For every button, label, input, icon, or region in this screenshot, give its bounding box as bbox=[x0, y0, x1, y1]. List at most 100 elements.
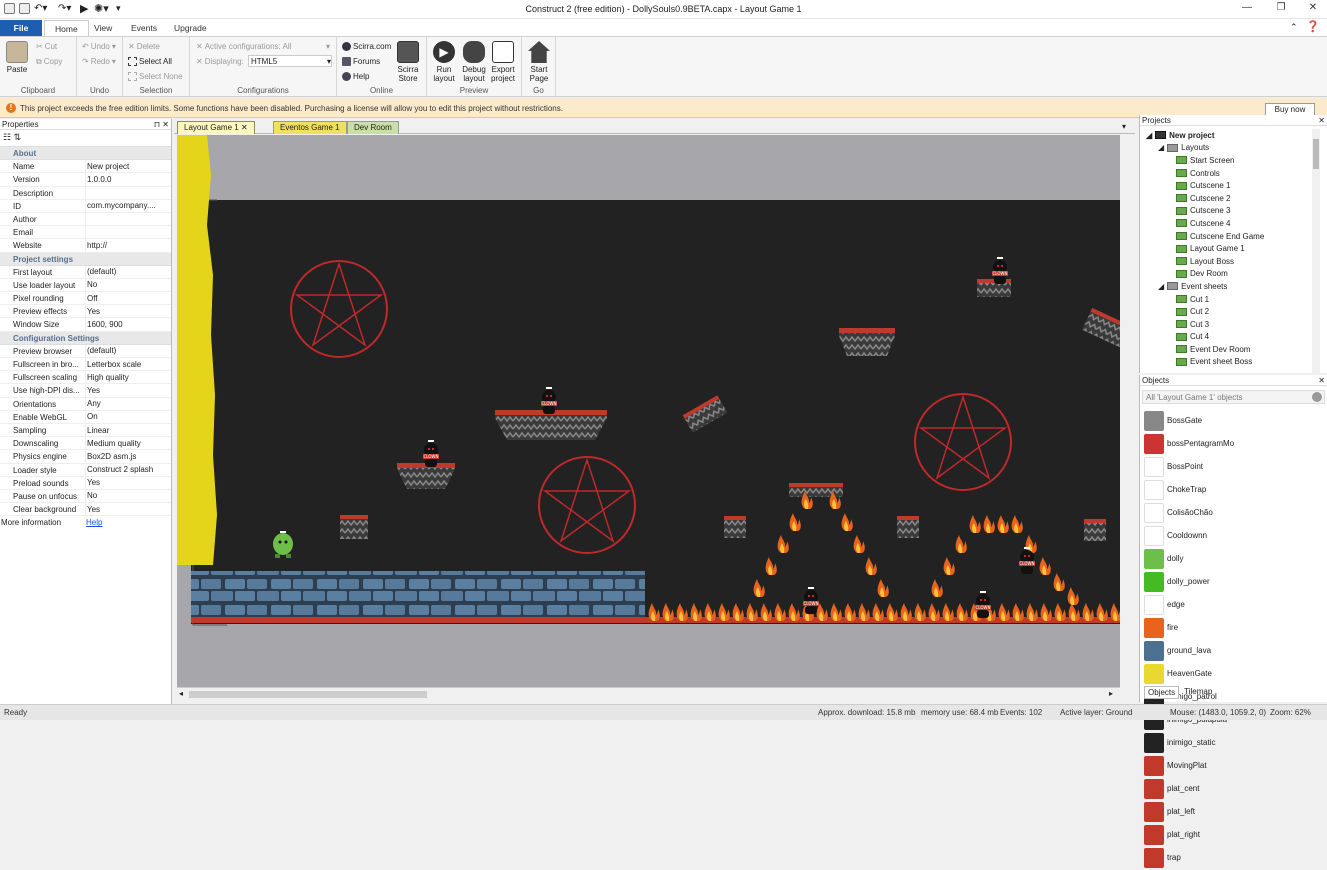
scroll-right-icon[interactable]: ▸ bbox=[1109, 689, 1113, 698]
filter-icon[interactable] bbox=[1312, 392, 1322, 402]
tree-layout-item[interactable]: Cutscene 4 bbox=[1146, 217, 1327, 230]
object-item[interactable]: dolly_power bbox=[1144, 570, 1234, 593]
tab-file[interactable]: File bbox=[0, 20, 42, 36]
tree-event-item[interactable]: Event Dev Room bbox=[1146, 343, 1327, 356]
property-row[interactable]: First layout (default) bbox=[0, 265, 171, 279]
scroll-thumb[interactable] bbox=[189, 691, 427, 698]
pin-icon[interactable]: ⊓ ✕ bbox=[154, 120, 169, 129]
property-row[interactable]: Description bbox=[0, 186, 171, 200]
delete-button[interactable]: ✕ Delete bbox=[128, 41, 160, 52]
tree-event-item[interactable]: Cut 2 bbox=[1146, 305, 1327, 318]
property-value[interactable]: (default) bbox=[86, 346, 171, 355]
property-value[interactable]: Linear bbox=[86, 426, 171, 435]
tree-event-item[interactable]: Cut 1 bbox=[1146, 293, 1327, 306]
property-value[interactable]: 1.0.0.0 bbox=[86, 175, 171, 184]
tab-events[interactable]: Events bbox=[121, 20, 167, 36]
sort-az-icon[interactable]: ⇅ bbox=[14, 132, 22, 142]
tab-objects[interactable]: Objects bbox=[1144, 686, 1180, 699]
property-value[interactable]: Yes bbox=[86, 386, 171, 395]
tab-view[interactable]: View bbox=[84, 20, 122, 36]
export-project-button[interactable]: Export project bbox=[490, 41, 516, 83]
copy-button[interactable]: ⧉ Copy bbox=[36, 56, 62, 67]
tab-home[interactable]: Home bbox=[44, 20, 89, 36]
scirra-link[interactable]: Scirra.com bbox=[342, 41, 391, 52]
property-value[interactable]: On bbox=[86, 412, 171, 421]
tree-layout-item[interactable]: Cutscene 2 bbox=[1146, 192, 1327, 205]
tab-upgrade[interactable]: Upgrade bbox=[164, 20, 217, 36]
property-row[interactable]: Author bbox=[0, 212, 171, 227]
restore-button[interactable]: ❐ bbox=[1266, 2, 1296, 16]
property-row[interactable]: Preview effects Yes bbox=[0, 305, 171, 319]
tab-layout-game-1[interactable]: Layout Game 1 ✕ bbox=[177, 121, 255, 134]
select-all-button[interactable]: Select All bbox=[128, 56, 172, 67]
horizontal-scrollbar[interactable]: ◂ ▸ bbox=[177, 687, 1120, 700]
property-row[interactable]: Downscaling Medium quality bbox=[0, 437, 171, 451]
close-tab-icon[interactable]: ✕ bbox=[241, 123, 248, 132]
close-objects-icon[interactable]: ✕ bbox=[1318, 376, 1325, 385]
object-item[interactable]: plat_cent bbox=[1144, 777, 1234, 800]
tab-tilemap[interactable]: Tilemap bbox=[1181, 686, 1215, 699]
object-item[interactable]: ChokeTrap bbox=[1144, 478, 1234, 501]
property-value[interactable]: 1600, 900 bbox=[86, 320, 171, 329]
property-section[interactable]: Configuration Settings bbox=[0, 331, 171, 345]
objects-filter-input[interactable]: All 'Layout Game 1' objects bbox=[1142, 390, 1325, 404]
property-value[interactable]: Off bbox=[86, 294, 171, 303]
object-item[interactable]: fire bbox=[1144, 616, 1234, 639]
tree-layout-item[interactable]: Cutscene End Game bbox=[1146, 230, 1327, 243]
property-value[interactable]: Box2D asm.js bbox=[86, 452, 171, 461]
scroll-left-icon[interactable]: ◂ bbox=[179, 689, 183, 698]
tab-eventos-game-1[interactable]: Eventos Game 1 bbox=[273, 121, 347, 134]
property-value[interactable]: Letterbox scale bbox=[86, 360, 171, 369]
property-row[interactable]: Enable WebGL On bbox=[0, 410, 171, 424]
property-row[interactable]: Pause on unfocus No bbox=[0, 489, 171, 504]
property-row[interactable]: Sampling Linear bbox=[0, 423, 171, 438]
tree-layout-item[interactable]: Start Screen bbox=[1146, 154, 1327, 167]
close-panel-icon[interactable]: ✕ bbox=[1318, 116, 1325, 125]
tree-root[interactable]: ◢ New project bbox=[1146, 129, 1327, 142]
projects-scrollbar[interactable] bbox=[1312, 129, 1320, 373]
property-value[interactable]: No bbox=[86, 491, 171, 500]
property-value[interactable]: Yes bbox=[86, 505, 171, 514]
property-value[interactable]: New project bbox=[86, 162, 171, 171]
undo-button[interactable]: ↶ Undo ▾ bbox=[82, 41, 116, 52]
object-item[interactable]: ColisãoChão bbox=[1144, 501, 1234, 524]
object-item[interactable]: BossPoint bbox=[1144, 455, 1234, 478]
close-button[interactable]: ✕ bbox=[1298, 2, 1327, 16]
property-section[interactable]: Project settings bbox=[0, 252, 171, 266]
paste-button[interactable]: Paste bbox=[4, 41, 30, 74]
property-value[interactable]: Medium quality bbox=[86, 439, 171, 448]
object-item[interactable]: inimigo_static bbox=[1144, 731, 1234, 754]
help-link[interactable]: Help bbox=[342, 71, 369, 82]
start-page-button[interactable]: Start Page bbox=[526, 41, 552, 83]
ribbon-collapse-icon[interactable]: ⌃ bbox=[1290, 22, 1298, 33]
tree-layout-item[interactable]: Controls bbox=[1146, 167, 1327, 180]
property-row[interactable]: Use high-DPI dis... Yes bbox=[0, 384, 171, 398]
forums-link[interactable]: Forums bbox=[342, 56, 380, 67]
run-layout-button[interactable]: ▶ Run layout bbox=[431, 41, 457, 83]
property-row[interactable]: Version 1.0.0.0 bbox=[0, 173, 171, 187]
store-button[interactable]: Scirra Store bbox=[395, 41, 421, 83]
property-value[interactable]: http:// bbox=[86, 241, 171, 250]
property-row[interactable]: Preview browser (default) bbox=[0, 344, 171, 358]
property-row[interactable]: Fullscreen scaling High quality bbox=[0, 371, 171, 385]
object-item[interactable]: plat_right bbox=[1144, 823, 1234, 846]
object-item[interactable]: BossGate bbox=[1144, 409, 1234, 432]
minimize-button[interactable]: — bbox=[1232, 2, 1262, 16]
property-value[interactable]: High quality bbox=[86, 373, 171, 382]
property-row[interactable]: Clear background Yes bbox=[0, 503, 171, 517]
property-row[interactable]: Pixel rounding Off bbox=[0, 292, 171, 306]
object-item[interactable]: trap bbox=[1144, 846, 1234, 869]
cut-button[interactable]: ✂ Cut bbox=[36, 41, 57, 52]
property-value[interactable]: Yes bbox=[86, 307, 171, 316]
vertical-scrollbar[interactable] bbox=[1120, 135, 1132, 687]
tree-layout-item[interactable]: Layout Boss bbox=[1146, 255, 1327, 268]
object-item[interactable]: Cooldownn bbox=[1144, 524, 1234, 547]
property-row[interactable]: Physics engine Box2D asm.js bbox=[0, 450, 171, 464]
property-row[interactable]: Fullscreen in bro... Letterbox scale bbox=[0, 358, 171, 372]
select-none-button[interactable]: Select None bbox=[128, 71, 183, 82]
object-item[interactable]: edge bbox=[1144, 593, 1234, 616]
property-value[interactable]: Any bbox=[86, 399, 171, 408]
object-item[interactable]: ground_lava bbox=[1144, 639, 1234, 662]
tree-event-item[interactable]: Cut 3 bbox=[1146, 318, 1327, 331]
object-item[interactable]: HeavenGate bbox=[1144, 662, 1234, 685]
